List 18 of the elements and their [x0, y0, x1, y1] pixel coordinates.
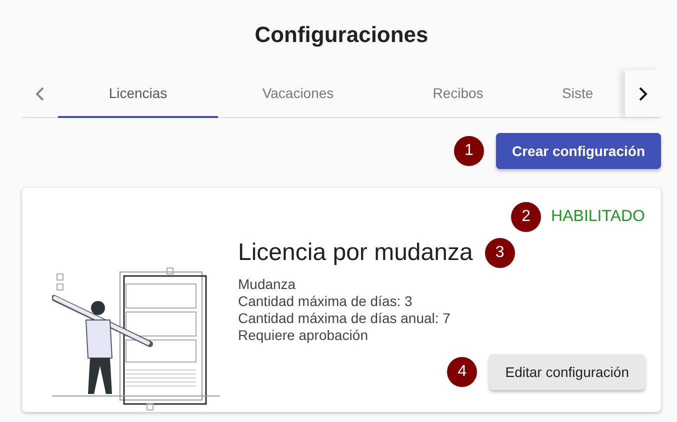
number-marker: 4 — [447, 357, 478, 387]
create-button[interactable]: Crear configuración — [496, 133, 661, 169]
number-marker: 3 — [484, 238, 515, 268]
number-marker: 1 — [454, 136, 484, 166]
detail-text: Cantidad máxima de días: 3 — [238, 293, 414, 310]
tab[interactable]: Recibos — [378, 70, 538, 118]
edit-button[interactable]: Editar configuración — [489, 354, 645, 390]
tab[interactable]: Vacaciones — [218, 70, 378, 118]
status-label: HABILITADO — [551, 208, 645, 226]
page-title: Configuraciones — [254, 22, 430, 48]
number-marker: 2 — [511, 202, 542, 232]
detail-text: Cantidad máxima de días anual: 7 — [238, 310, 452, 327]
tab[interactable]: Siste — [538, 70, 625, 118]
chevron-right-icon[interactable] — [625, 70, 661, 117]
detail-text: Mudanza — [238, 276, 297, 293]
tab[interactable]: Licencias — [58, 70, 218, 118]
card-title: Licencia por mudanza — [238, 239, 473, 267]
detail-text: Requiere aprobación — [238, 327, 369, 344]
